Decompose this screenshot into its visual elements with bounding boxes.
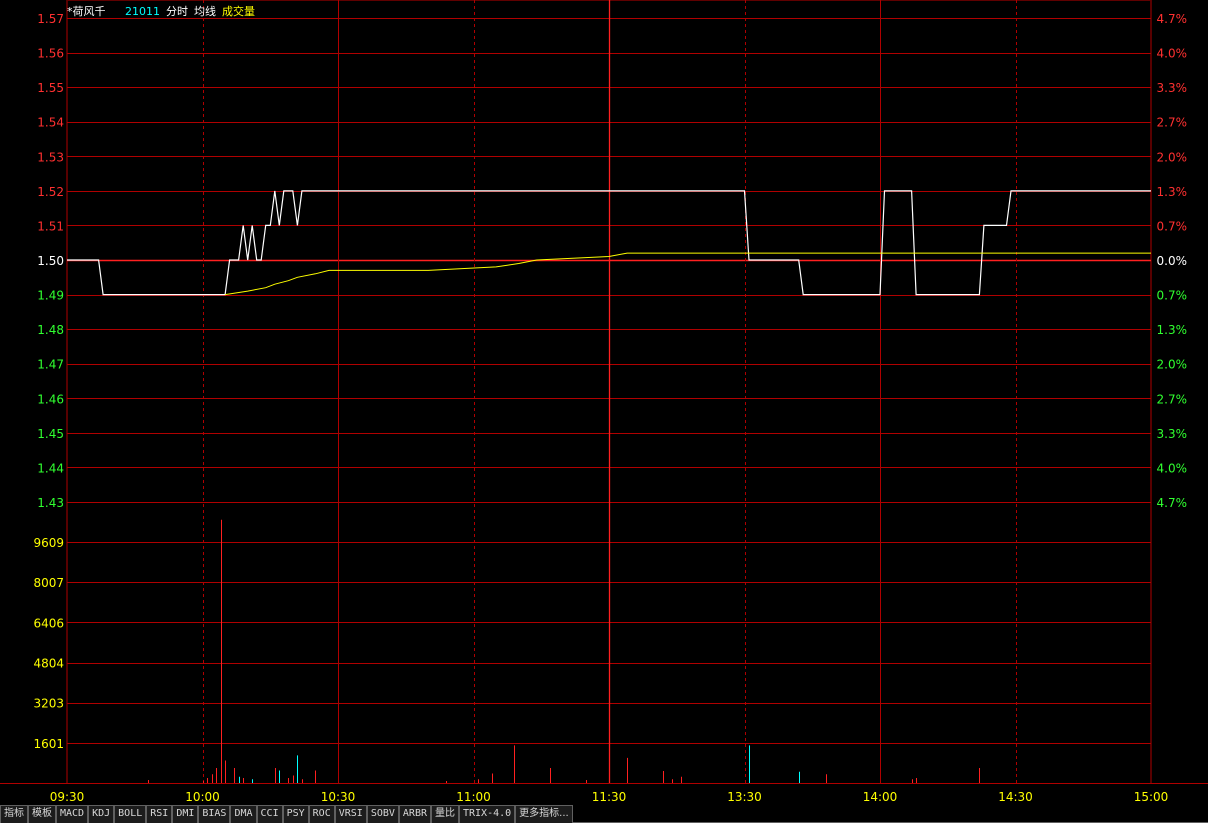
price-tick-label: 1.43 (37, 496, 64, 510)
toolbar-tab-12[interactable]: VRSI (334, 805, 367, 823)
time-tick-label: 09:30 (50, 790, 85, 804)
toolbar-tab-2[interactable]: MACD (56, 805, 89, 823)
toolbar-tab-0[interactable]: 指标 (0, 805, 28, 823)
toolbar-tab-5[interactable]: RSI (146, 805, 173, 823)
toolbar-tab-1[interactable]: 模板 (28, 805, 56, 823)
percent-tick-label: 4.7% (1157, 496, 1188, 510)
volume-tick-label: 4804 (33, 657, 64, 671)
label-volume: 成交量 (222, 4, 255, 18)
time-tick-label: 15:00 (1134, 790, 1169, 804)
toolbar-tab-16[interactable]: TRIX-4.0 (459, 805, 516, 823)
label-average: 均线 (194, 4, 216, 18)
price-tick-label: 1.45 (37, 427, 64, 441)
time-tick-label: 10:00 (185, 790, 220, 804)
stock-code: 21011 (125, 5, 160, 18)
percent-tick-label: 2.7% (1157, 392, 1188, 406)
time-tick-label: 13:30 (727, 790, 762, 804)
percent-tick-label: 4.0% (1157, 461, 1188, 475)
percent-tick-label: 0.0% (1157, 254, 1188, 268)
toolbar-tab-13[interactable]: SOBV (366, 805, 399, 823)
price-tick-label: 1.55 (37, 81, 64, 95)
price-tick-label: 1.46 (37, 392, 64, 406)
time-tick-label: 11:30 (592, 790, 627, 804)
toolbar-tab-15[interactable]: 量比 (431, 805, 459, 823)
toolbar-tab-14[interactable]: ARBR (398, 805, 431, 823)
price-tick-label: 1.44 (37, 461, 64, 475)
toolbar-filler (572, 805, 1208, 823)
price-tick-label: 1.57 (37, 12, 64, 26)
percent-tick-label: 2.0% (1157, 358, 1188, 372)
label-timeshare: 分时 (166, 5, 188, 18)
percent-tick-label: 3.3% (1157, 427, 1188, 441)
volume-tick-label: 1601 (33, 737, 64, 751)
percent-tick-label: 0.7% (1157, 219, 1188, 233)
price-tick-label: 1.50 (37, 254, 64, 268)
volume-tick-label: 6406 (33, 616, 64, 630)
time-tick-label: 14:30 (998, 790, 1033, 804)
volume-tick-label: 9609 (33, 536, 64, 550)
toolbar-tab-17[interactable]: 更多指标... (515, 805, 573, 823)
percent-tick-label: 0.7% (1157, 289, 1188, 303)
percent-tick-label: 2.7% (1157, 116, 1188, 130)
price-tick-label: 1.47 (37, 358, 64, 372)
toolbar-tab-7[interactable]: BIAS (198, 805, 231, 823)
percent-tick-label: 1.3% (1157, 185, 1188, 199)
price-axis-left: 1.57 1.56 1.55 1.54 1.53 1.52 1.51 1.50 1.49 1.48… (37, 12, 64, 510)
intraday-chart[interactable]: 1.57 1.56 1.55 1.54 1.53 1.52 1.51 1.50 1.49 1.48… (0, 0, 1208, 805)
time-tick-label: 14:00 (863, 790, 898, 804)
percent-tick-label: 4.7% (1157, 12, 1188, 26)
volume-tick-label: 3203 (33, 697, 64, 711)
price-tick-label: 1.56 (37, 47, 64, 61)
indicator-toolbar: 指标 模板 MACD KDJ BOLL RSI DMI BIAS DMA CCI PSY ROC VRS… (0, 805, 1208, 823)
toolbar-tab-8[interactable]: DMA (230, 805, 257, 823)
time-axis: 09:30 10:00 10:30 11:00 11:30 13:30 14:00 14:30… (50, 790, 1169, 804)
time-tick-label: 10:30 (321, 790, 356, 804)
price-tick-label: 1.52 (37, 185, 64, 199)
price-tick-label: 1.48 (37, 323, 64, 337)
toolbar-tab-4[interactable]: BOLL (114, 805, 147, 823)
price-tick-label: 1.53 (37, 150, 64, 164)
toolbar-tab-9[interactable]: CCI (256, 805, 283, 823)
percent-tick-label: 2.0% (1157, 150, 1188, 164)
toolbar-tab-10[interactable]: PSY (282, 805, 309, 823)
percent-tick-label: 4.0% (1157, 47, 1188, 61)
price-tick-label: 1.51 (37, 219, 64, 233)
time-tick-label: 11:00 (456, 790, 491, 804)
volume-tick-label: 8007 (33, 576, 64, 590)
price-tick-label: 1.49 (37, 289, 64, 303)
toolbar-tab-11[interactable]: ROC (308, 805, 335, 823)
toolbar-tab-6[interactable]: DMI (172, 805, 199, 823)
percent-tick-label: 3.3% (1157, 81, 1188, 95)
chart-background (0, 0, 1208, 805)
price-tick-label: 1.54 (37, 116, 64, 130)
stock-name: *荷风千 (67, 5, 106, 18)
percent-axis-right: 4.7% 4.0% 3.3% 2.7% 2.0% 1.3% 0.7% 0.0% 0.7% 1.3%… (1157, 12, 1188, 510)
percent-tick-label: 1.3% (1157, 323, 1188, 337)
toolbar-tab-3[interactable]: KDJ (88, 805, 115, 823)
